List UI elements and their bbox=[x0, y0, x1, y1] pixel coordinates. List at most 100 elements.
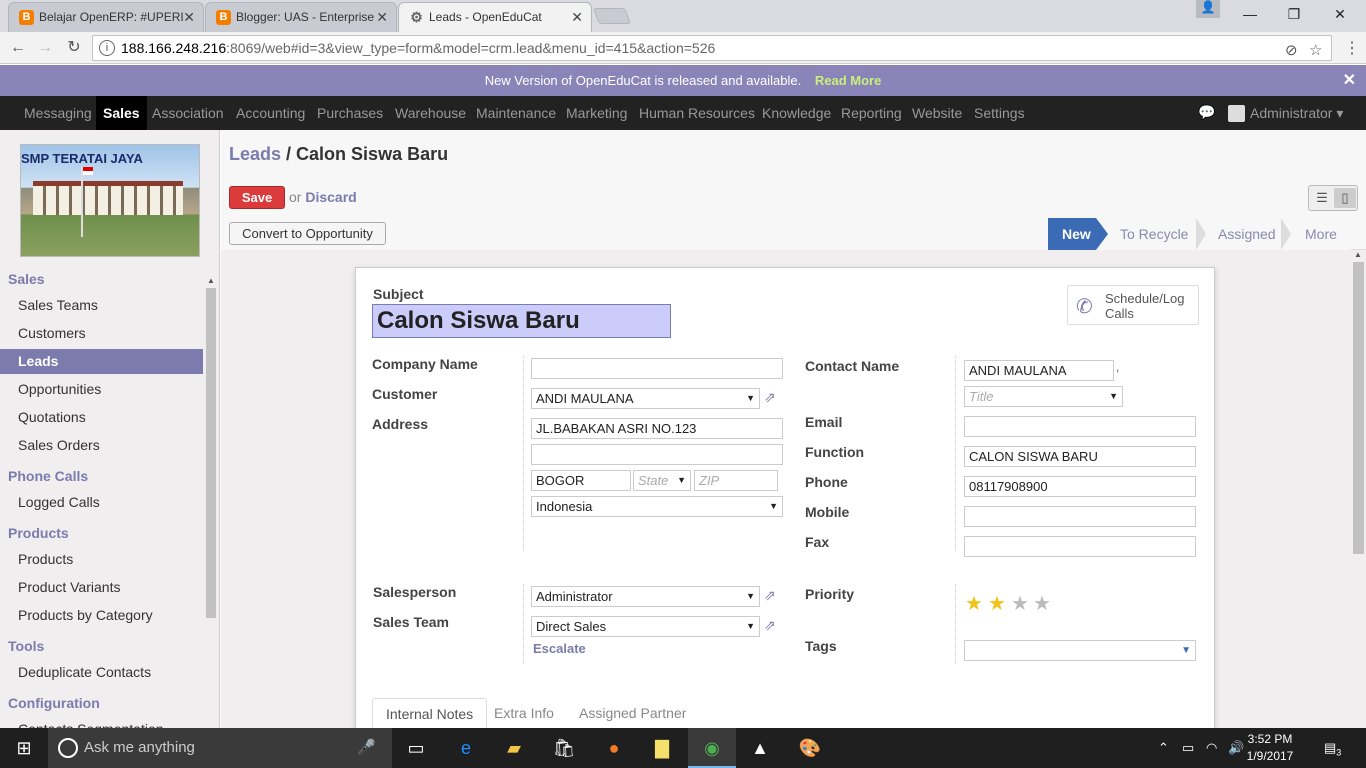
salesperson-select[interactable]: Administrator bbox=[531, 586, 760, 607]
close-icon[interactable]: ✕ bbox=[376, 3, 388, 31]
external-link-icon[interactable]: ⇗ bbox=[764, 587, 776, 604]
restore-icon[interactable]: ❐ bbox=[1272, 0, 1316, 28]
sidebar-scrollbar[interactable]: ▲ bbox=[204, 276, 218, 728]
sales-team-select[interactable]: Direct Sales bbox=[531, 616, 760, 637]
zip-input[interactable]: ZIP bbox=[694, 470, 778, 491]
scrollbar-thumb[interactable] bbox=[206, 288, 216, 618]
user-menu[interactable]: Administrator ▾ bbox=[1228, 96, 1343, 130]
tags-input[interactable]: ▼ bbox=[964, 640, 1196, 661]
edge-icon[interactable]: e bbox=[442, 728, 490, 768]
menu-human-resources[interactable]: Human Resources bbox=[632, 96, 762, 130]
external-link-icon[interactable]: ⇗ bbox=[764, 617, 776, 634]
menu-association[interactable]: Association bbox=[145, 96, 231, 130]
menu-messaging[interactable]: Messaging bbox=[17, 96, 99, 130]
sidebar-item-sales-teams[interactable]: Sales Teams bbox=[0, 293, 203, 318]
tab-extra-info[interactable]: Extra Info bbox=[481, 698, 567, 728]
priority-star-icon[interactable]: ★ bbox=[988, 591, 1006, 616]
menu-maintenance[interactable]: Maintenance bbox=[469, 96, 563, 130]
convert-to-opportunity-button[interactable]: Convert to Opportunity bbox=[229, 222, 386, 245]
scroll-up-icon[interactable]: ▲ bbox=[1354, 250, 1362, 259]
stage-to-recycle[interactable]: To Recycle bbox=[1106, 218, 1188, 250]
external-link-icon[interactable]: ⇗ bbox=[764, 389, 776, 406]
sidebar-item-contacts-segmentation[interactable]: Contacts Segmentation bbox=[0, 717, 203, 728]
browser-tab-3[interactable]: ⚙ Leads - OpenEduCat ✕ bbox=[398, 2, 592, 32]
menu-purchases[interactable]: Purchases bbox=[310, 96, 390, 130]
form-view-icon[interactable]: ▯ bbox=[1334, 188, 1356, 208]
sidebar-item-deduplicate-contacts[interactable]: Deduplicate Contacts bbox=[0, 660, 203, 685]
stage-assigned[interactable]: Assigned bbox=[1204, 218, 1276, 250]
chevron-down-icon[interactable]: ▼ bbox=[1181, 641, 1191, 660]
sidebar-section-configuration[interactable]: Configuration bbox=[8, 695, 100, 711]
schedule-log-calls-button[interactable]: ✆ Schedule/Log Calls bbox=[1067, 285, 1199, 325]
url-bar[interactable]: i 188.166.248.216:8069/web#id=3&view_typ… bbox=[92, 35, 1332, 61]
sidebar-item-product-variants[interactable]: Product Variants bbox=[0, 575, 203, 600]
store-icon[interactable]: 🛍 bbox=[540, 728, 588, 768]
battery-icon[interactable]: ▭ bbox=[1182, 728, 1194, 768]
menu-marketing[interactable]: Marketing bbox=[559, 96, 634, 130]
menu-knowledge[interactable]: Knowledge bbox=[755, 96, 838, 130]
menu-sales[interactable]: Sales bbox=[96, 96, 147, 130]
new-tab-button[interactable] bbox=[593, 8, 631, 24]
function-input[interactable]: CALON SISWA BARU bbox=[964, 446, 1196, 467]
sidebar-item-products[interactable]: Products bbox=[0, 547, 203, 572]
customer-select[interactable]: ANDI MAULANA bbox=[531, 388, 760, 409]
menu-settings[interactable]: Settings bbox=[967, 96, 1032, 130]
contact-name-input[interactable]: ANDI MAULANA bbox=[964, 360, 1114, 381]
profile-icon[interactable]: 👤 bbox=[1196, 0, 1220, 18]
browser-tab-2[interactable]: B Blogger: UAS - Enterprise ✕ bbox=[205, 2, 397, 32]
windows-start-icon[interactable]: ⊞ bbox=[0, 728, 48, 768]
read-more-link[interactable]: Read More bbox=[815, 73, 881, 88]
phone-input[interactable]: 08117908900 bbox=[964, 476, 1196, 497]
menu-warehouse[interactable]: Warehouse bbox=[388, 96, 473, 130]
city-input[interactable]: BOGOR bbox=[531, 470, 631, 491]
company-name-input[interactable] bbox=[531, 358, 783, 379]
tray-chevron-up-icon[interactable]: ⌃ bbox=[1158, 728, 1169, 768]
sidebar-item-products-by-category[interactable]: Products by Category bbox=[0, 603, 203, 628]
priority-star-icon[interactable]: ★ bbox=[965, 591, 983, 616]
sticky-notes-icon[interactable]: ▇ bbox=[638, 728, 686, 768]
escalate-button[interactable]: Escalate bbox=[533, 641, 586, 656]
sidebar-item-leads[interactable]: Leads bbox=[0, 349, 203, 374]
fax-input[interactable] bbox=[964, 536, 1196, 557]
subject-input[interactable]: Calon Siswa Baru bbox=[372, 304, 671, 338]
priority-star-icon[interactable]: ★ bbox=[1033, 591, 1051, 616]
save-button[interactable]: Save bbox=[229, 186, 285, 209]
chat-icon[interactable]: 💬 bbox=[1198, 104, 1215, 121]
file-explorer-icon[interactable]: ▰ bbox=[490, 728, 538, 768]
street2-input[interactable] bbox=[531, 444, 783, 465]
cortana-search[interactable]: Ask me anything 🎤 bbox=[48, 728, 392, 768]
close-icon[interactable]: ✕ bbox=[571, 3, 583, 31]
photos-icon[interactable]: ▲ bbox=[736, 728, 784, 768]
paint-icon[interactable]: 🎨 bbox=[786, 728, 834, 768]
discard-button[interactable]: Discard bbox=[305, 189, 356, 205]
stage-new[interactable]: New bbox=[1048, 218, 1108, 250]
sidebar-item-customers[interactable]: Customers bbox=[0, 321, 203, 346]
mobile-input[interactable] bbox=[964, 506, 1196, 527]
task-view-icon[interactable]: ▭ bbox=[392, 728, 440, 768]
state-select[interactable]: State bbox=[633, 470, 691, 491]
wifi-icon[interactable]: ◠ bbox=[1206, 728, 1217, 768]
reload-icon[interactable]: ↻ bbox=[62, 36, 86, 60]
email-input[interactable] bbox=[964, 416, 1196, 437]
tab-internal-notes[interactable]: Internal Notes bbox=[372, 698, 488, 728]
menu-accounting[interactable]: Accounting bbox=[229, 96, 312, 130]
sidebar-section-products[interactable]: Products bbox=[8, 525, 69, 541]
sidebar-section-sales[interactable]: Sales bbox=[8, 271, 45, 287]
main-scrollbar[interactable]: ▲ bbox=[1351, 250, 1366, 728]
browser-tab-1[interactable]: B Belajar OpenERP: #UPERI ✕ bbox=[8, 2, 204, 32]
minimize-icon[interactable]: — bbox=[1228, 0, 1272, 28]
close-icon[interactable]: ✕ bbox=[1343, 65, 1356, 96]
back-icon[interactable]: ← bbox=[6, 36, 30, 60]
sidebar-section-tools[interactable]: Tools bbox=[8, 638, 44, 654]
browser-menu-icon[interactable]: ⋮ bbox=[1344, 38, 1360, 58]
system-clock[interactable]: 3:52 PM 1/9/2017 bbox=[1240, 731, 1300, 765]
sidebar-item-logged-calls[interactable]: Logged Calls bbox=[0, 490, 203, 515]
scroll-up-icon[interactable]: ▲ bbox=[207, 276, 215, 285]
sidebar-item-sales-orders[interactable]: Sales Orders bbox=[0, 433, 203, 458]
priority-star-icon[interactable]: ★ bbox=[1011, 591, 1029, 616]
country-select[interactable]: Indonesia bbox=[531, 496, 783, 517]
bookmark-star-icon[interactable]: ☆ bbox=[1309, 39, 1322, 63]
window-close-icon[interactable]: ✕ bbox=[1318, 0, 1362, 28]
translate-icon[interactable]: ⊘ bbox=[1285, 39, 1298, 63]
action-center-icon[interactable]: ▤3 bbox=[1324, 728, 1341, 768]
